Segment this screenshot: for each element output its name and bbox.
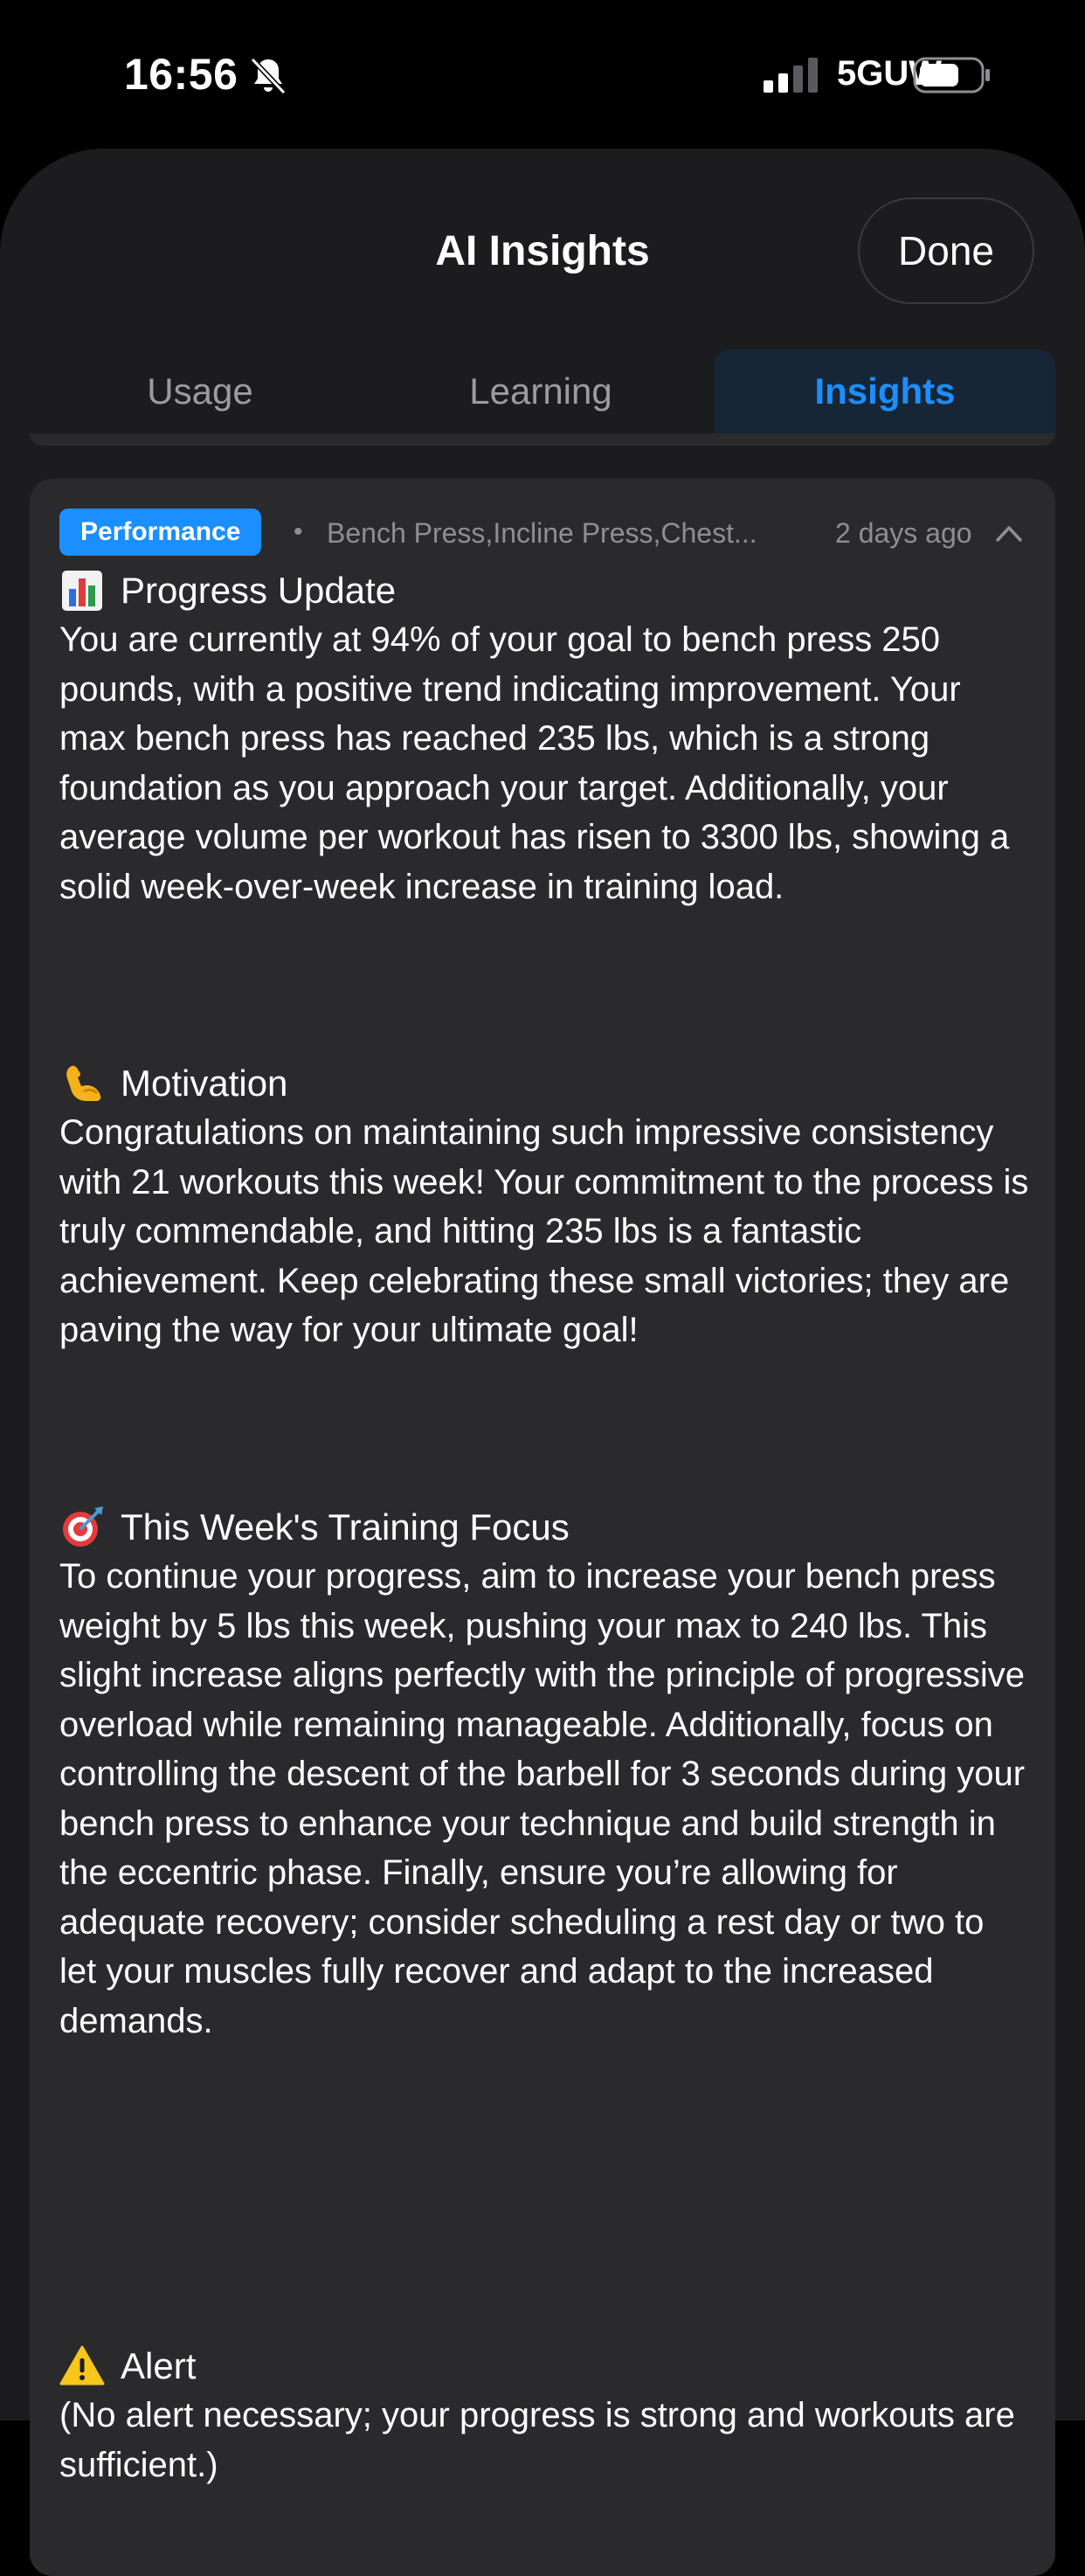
section-title: Alert bbox=[121, 2345, 197, 2386]
status-time: 16:56 bbox=[124, 50, 238, 99]
flexed-bicep-icon bbox=[66, 1065, 101, 1101]
tab-insights[interactable]: Insights bbox=[715, 350, 1055, 433]
category-badge: Performance bbox=[59, 509, 262, 556]
bell-slash-icon bbox=[250, 57, 287, 95]
exercise-list: Bench Press,Incline Press,Chest... bbox=[327, 517, 757, 549]
section-body: Congratulations on maintaining such impr… bbox=[59, 1113, 1029, 1349]
section-body: To continue your progress, aim to increa… bbox=[59, 1557, 1026, 2040]
tab-usage[interactable]: Usage bbox=[30, 350, 370, 433]
target-icon bbox=[63, 1506, 103, 1547]
section-title: This Week's Training Focus bbox=[121, 1506, 570, 1548]
section-title: Progress Update bbox=[121, 570, 397, 611]
section-training-focus: This Week's Training Focus To continue y… bbox=[59, 1503, 1029, 2046]
done-button[interactable]: Done bbox=[858, 197, 1034, 304]
section-alert: Alert (No alert necessary; your progress… bbox=[59, 2342, 1029, 2489]
section-title: Motivation bbox=[121, 1063, 288, 1104]
insight-meta-row: Performance • Bench Press,Incline Press,… bbox=[59, 509, 1026, 556]
meta-separator: • bbox=[294, 517, 303, 546]
tab-learning[interactable]: Learning bbox=[370, 350, 711, 433]
warning-icon bbox=[59, 2345, 105, 2386]
section-motivation: Motivation Congratulations on maintainin… bbox=[59, 1059, 1029, 1355]
tab-underline bbox=[30, 433, 1055, 446]
chevron-up-icon[interactable] bbox=[994, 523, 1024, 544]
bar-chart-icon bbox=[62, 571, 102, 611]
battery-icon bbox=[913, 57, 990, 93]
insights-sheet: AI Insights Done Usage Learning Insights… bbox=[0, 149, 1085, 2576]
signal-icon bbox=[764, 58, 818, 93]
section-progress-update: Progress Update You are currently at 94%… bbox=[59, 566, 1029, 911]
section-body: (No alert necessary; your progress is st… bbox=[59, 2396, 1015, 2484]
insight-time: 2 days ago bbox=[835, 517, 972, 549]
status-bar: 16:56 5GUW bbox=[0, 0, 1085, 149]
insight-card[interactable]: Performance • Bench Press,Incline Press,… bbox=[30, 479, 1055, 2576]
section-body: You are currently at 94% of your goal to… bbox=[59, 620, 1010, 906]
